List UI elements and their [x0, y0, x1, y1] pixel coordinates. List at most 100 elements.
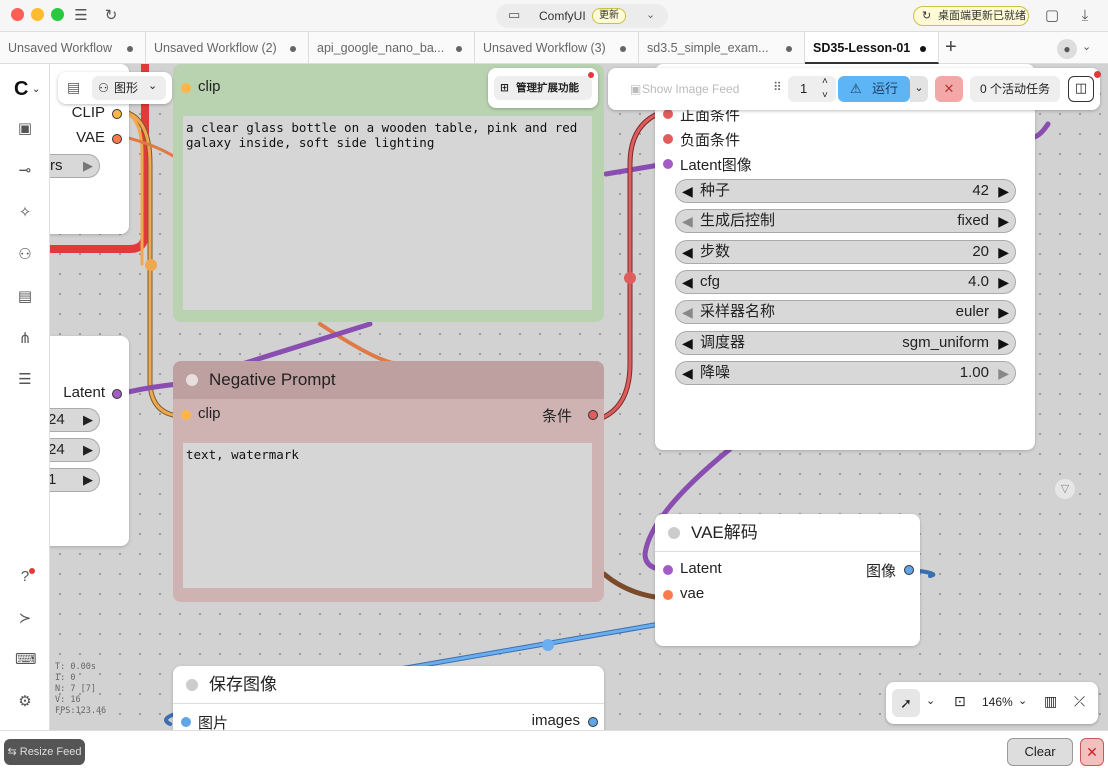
- node-vae-decode[interactable]: VAE解码 Latent 图像 vae: [655, 514, 920, 646]
- vae-decode-header[interactable]: VAE解码: [655, 514, 920, 552]
- node-ksampler[interactable]: 正面条件 负面条件 Latent图像 ◀ 种子 42 ▶ ◀ 生成后控制 fixed ▶ ◀…: [655, 64, 1035, 450]
- settings-gear-icon[interactable]: ⚙: [15, 692, 35, 712]
- menu-icon[interactable]: ☰: [71, 6, 91, 26]
- chevron-down-icon[interactable]: ⌄: [926, 694, 935, 707]
- new-tab-icon[interactable]: +: [945, 37, 957, 57]
- clear-button[interactable]: Clear: [1007, 738, 1073, 766]
- minimize-window-button[interactable]: [31, 8, 44, 21]
- tab-sd35-simple-example[interactable]: sd3.5_simple_exam...: [639, 32, 805, 64]
- port-latent-input-dot[interactable]: [663, 159, 673, 169]
- chevron-down-icon[interactable]: ⌄: [1082, 40, 1091, 53]
- templates-icon[interactable]: ▤: [15, 287, 35, 307]
- save-image-header[interactable]: 保存图像: [173, 666, 604, 704]
- tab-unsaved-workflow[interactable]: Unsaved Workflow: [0, 32, 146, 64]
- port-image-output-dot[interactable]: [904, 565, 914, 575]
- cancel-run-button[interactable]: ✕: [935, 76, 963, 102]
- resize-feed-button[interactable]: ⇆ Resize Feed: [4, 739, 85, 765]
- map-icon[interactable]: ▥: [1044, 693, 1057, 710]
- scheduler-widget[interactable]: ◀ 调度器 sgm_uniform ▶: [675, 331, 1016, 355]
- port-negative-input-dot[interactable]: [663, 134, 673, 144]
- terminal-icon[interactable]: ≻: [15, 609, 35, 629]
- zoom-level[interactable]: 146%: [982, 695, 1013, 709]
- arrow-right-icon[interactable]: ▶: [998, 241, 1009, 263]
- arrow-right-icon[interactable]: ▶: [998, 180, 1009, 202]
- tab-sd35-lesson-01[interactable]: SD35-Lesson-01: [805, 32, 939, 64]
- arrow-left-icon[interactable]: ◀: [682, 271, 693, 293]
- arrow-left-icon[interactable]: ◀: [682, 180, 693, 202]
- arrow-left-icon[interactable]: ◀: [682, 301, 693, 323]
- active-tasks-button[interactable]: 0 个活动任务: [970, 76, 1060, 102]
- keyboard-icon[interactable]: ⌨: [15, 650, 37, 670]
- model-library-icon[interactable]: ✧: [15, 203, 35, 223]
- comfy-logo-icon[interactable]: C: [14, 78, 28, 101]
- denoise-widget[interactable]: ◀ 降噪 1.00 ▶: [675, 361, 1016, 385]
- port-clip-input-dot[interactable]: [181, 83, 191, 93]
- arrow-left-icon[interactable]: ◀: [682, 362, 693, 384]
- cfg-widget[interactable]: ◀ cfg 4.0 ▶: [675, 270, 1016, 294]
- run-options-dropdown[interactable]: ⌄: [910, 76, 928, 102]
- collapse-dot-icon[interactable]: [668, 527, 680, 539]
- manager-icon[interactable]: ☰: [15, 370, 35, 390]
- batch-count-stepper[interactable]: 1 ˄ ˅: [788, 76, 836, 102]
- node-save-image[interactable]: 保存图像 图片 images: [173, 666, 604, 730]
- maximize-window-button[interactable]: [51, 8, 64, 21]
- chevron-down-icon[interactable]: ˅: [822, 83, 828, 109]
- desktop-update-button[interactable]: ↻ 桌面端更新已就绪: [913, 6, 1029, 26]
- negative-prompt-textarea[interactable]: text, watermark: [183, 443, 592, 588]
- sampler-name-widget[interactable]: ◀ 采样器名称 euler ▶: [675, 300, 1016, 324]
- chevron-down-icon[interactable]: ⌄: [1018, 694, 1027, 707]
- port-clip-output-dot[interactable]: [112, 109, 122, 119]
- batch-widget[interactable]: 1 ▶: [50, 468, 100, 492]
- port-clip-input-dot[interactable]: [181, 410, 191, 420]
- chevron-down-icon[interactable]: ⌄: [32, 84, 40, 95]
- height-widget[interactable]: 24 ▶: [50, 438, 100, 462]
- manage-extensions-button[interactable]: ⊞ 管理扩展功能: [488, 68, 598, 108]
- arrow-left-icon[interactable]: ◀: [682, 210, 693, 232]
- port-positive-input-dot[interactable]: [663, 109, 673, 119]
- user-avatar-icon[interactable]: ●: [1057, 39, 1077, 59]
- tab-api-google-nano[interactable]: api_google_nano_ba...: [309, 32, 475, 64]
- reroute-dot-image[interactable]: [542, 639, 554, 651]
- control-after-generate-widget[interactable]: ◀ 生成后控制 fixed ▶: [675, 209, 1016, 233]
- arrow-left-icon[interactable]: ◀: [682, 241, 693, 263]
- tab-unsaved-workflow-3[interactable]: Unsaved Workflow (3): [475, 32, 639, 64]
- reroute-dot-cond[interactable]: [624, 272, 636, 284]
- close-window-button[interactable]: [11, 8, 24, 21]
- queue-images-icon[interactable]: ▣: [15, 119, 35, 139]
- node-negative-prompt[interactable]: Negative Prompt clip 条件 text, watermark: [173, 361, 604, 602]
- arrow-right-icon[interactable]: ▶: [998, 210, 1009, 232]
- select-tool-button[interactable]: ➚: [892, 689, 920, 717]
- port-images-output-dot[interactable]: [588, 717, 598, 727]
- node-empty-latent[interactable]: Latent 24 ▶ 24 ▶ 1 ▶: [50, 336, 129, 546]
- toggle-panel-button[interactable]: ◫: [1068, 76, 1094, 102]
- checkpoint-widget[interactable]: rs ▶: [50, 154, 100, 178]
- run-button[interactable]: ⚠ 运行: [838, 76, 910, 102]
- port-vae-input-dot[interactable]: [663, 590, 673, 600]
- download-icon[interactable]: ⤓: [1075, 6, 1095, 26]
- workflows-icon[interactable]: ⚇: [15, 245, 35, 265]
- app-title-pill[interactable]: ▭ ComfyUI 更新 ⌄: [496, 4, 668, 28]
- port-image-input-dot[interactable]: [181, 717, 191, 727]
- fit-view-icon[interactable]: ⊡: [954, 693, 966, 710]
- drag-handle-icon[interactable]: ⠿: [773, 80, 782, 94]
- arrow-right-icon[interactable]: ▶: [998, 301, 1009, 323]
- collapse-dot-icon[interactable]: [186, 679, 198, 691]
- node-library-icon[interactable]: ⊸: [15, 161, 35, 181]
- positive-prompt-textarea[interactable]: a clear glass bottle on a wooden table, …: [183, 116, 592, 310]
- steps-widget[interactable]: ◀ 步数 20 ▶: [675, 240, 1016, 264]
- port-latent-input-dot[interactable]: [663, 565, 673, 575]
- negative-prompt-header[interactable]: Negative Prompt: [173, 361, 604, 399]
- tab-unsaved-workflow-2[interactable]: Unsaved Workflow (2): [146, 32, 309, 64]
- arrow-right-icon[interactable]: ▶: [998, 362, 1009, 384]
- port-latent-output-dot[interactable]: [112, 389, 122, 399]
- graph-mode-button[interactable]: ⚇ 图形 ⌄: [92, 76, 166, 100]
- graph-canvas[interactable]: CLIP VAE rs ▶ Latent 24 ▶ 24 ▶ 1 ▶ clip a c…: [50, 64, 1108, 730]
- node-map-icon[interactable]: ⋔: [15, 329, 35, 349]
- port-vae-output-dot[interactable]: [112, 134, 122, 144]
- reload-icon[interactable]: ↻: [101, 6, 121, 26]
- collapse-dot-icon[interactable]: [186, 374, 198, 386]
- show-image-feed-button[interactable]: ▣ Show Image Feed: [626, 77, 756, 101]
- arrow-left-icon[interactable]: ◀: [682, 332, 693, 354]
- panel-icon[interactable]: ▤: [67, 79, 80, 96]
- close-feed-button[interactable]: ✕: [1080, 738, 1104, 766]
